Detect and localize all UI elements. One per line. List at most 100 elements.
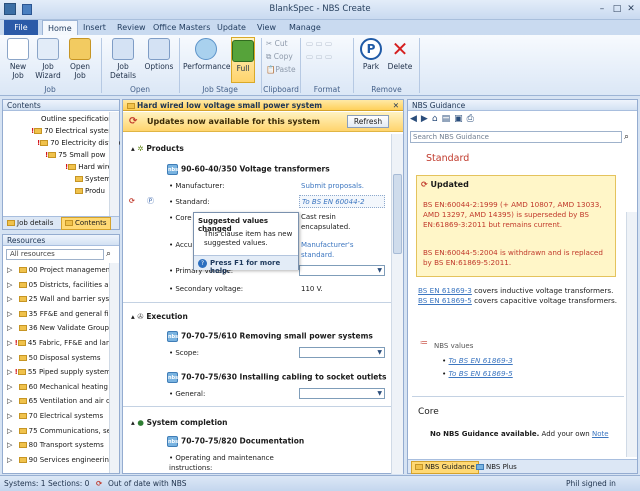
section-execution[interactable]: ▴ ✇ Execution [131, 312, 188, 321]
tree-item[interactable]: System [75, 175, 111, 184]
add-note-link[interactable]: Note [592, 430, 609, 438]
tab-nbs-plus[interactable]: NBS Plus [476, 462, 517, 473]
core-value[interactable]: Cast resin encapsulated. [301, 212, 371, 232]
resource-item[interactable]: ▷ 70 Electrical systems [7, 411, 109, 422]
minimize-icon[interactable]: – [594, 3, 610, 16]
manufacturer-value[interactable]: Submit proposals. [301, 181, 364, 192]
folder-icon [18, 427, 27, 434]
out-of-date-icon: ⟳ [96, 479, 103, 488]
delete-button[interactable]: ✕ Delete [386, 38, 414, 71]
tab-review[interactable]: Review [112, 20, 151, 35]
manufacturer-label: • Manufacturer: [169, 182, 225, 190]
tree-item[interactable]: ! 75 Small pow [45, 151, 105, 160]
resource-item[interactable]: ▷ 75 Communications, se [7, 426, 109, 437]
resource-item[interactable]: ▷ !45 Fabric, FF&E and landscape [7, 338, 109, 349]
general-dropdown[interactable] [299, 388, 385, 399]
tree-item[interactable]: Outline specification [41, 115, 113, 124]
copy-button[interactable]: ⧉ Copy [266, 52, 293, 62]
status-systems: Systems: 1 [4, 479, 46, 488]
update-banner: ⟳ Updates now available for this system … [123, 112, 403, 132]
core-heading: Core [418, 407, 439, 417]
tab-insert[interactable]: Insert [78, 20, 111, 35]
tab-office-masters[interactable]: Office Masters [148, 20, 215, 35]
bs-en-61869-5-link[interactable]: BS EN 61869-5 [418, 296, 472, 305]
tab-job-details[interactable]: Job details [7, 218, 53, 229]
clause-documentation[interactable]: nbs 70-70-75/820 Documentation [167, 436, 304, 447]
resource-item[interactable]: ▷ 50 Disposal systems [7, 353, 109, 364]
clause-removing-small-power[interactable]: nbs 70-70-75/610 Removing small power sys… [167, 331, 373, 342]
guidance-search-icon[interactable]: ⌕ [624, 131, 629, 143]
clause-installing-cabling[interactable]: nbs 70-70-75/630 Installing cabling to so… [167, 372, 386, 383]
resource-item[interactable]: ▷ 90 Services engineering [7, 455, 109, 466]
section-products[interactable]: ▴ ✲ Products [131, 144, 184, 153]
back-icon[interactable]: ◀ [410, 114, 421, 124]
resource-item[interactable]: ▷ 80 Transport systems [7, 440, 109, 451]
resource-item[interactable]: ▷ 05 Districts, facilities and [7, 280, 109, 291]
nbs-icon: nbs [167, 372, 178, 383]
tab-manage[interactable]: Manage [284, 20, 326, 35]
guidance-scrollbar[interactable] [626, 212, 637, 457]
primary-voltage-dropdown[interactable] [299, 265, 385, 276]
resources-filter-input[interactable]: All resources [6, 249, 104, 260]
tab-home[interactable]: Home [42, 20, 78, 35]
tab-nbs-guidance[interactable]: NBS Guidance [411, 461, 479, 474]
home-icon [232, 40, 254, 62]
nbs-value-item[interactable]: • To BS EN 61869-3 [442, 356, 513, 365]
cut-button[interactable]: ✂ Cut [266, 39, 288, 49]
close-icon[interactable]: ✕ [623, 3, 639, 16]
close-tab-icon[interactable]: ✕ [393, 100, 399, 111]
full-button[interactable]: Full [231, 37, 255, 83]
tree-item[interactable]: Produ [75, 187, 105, 196]
resource-item[interactable]: ▷ ! 55 Piped supply systems [7, 367, 109, 378]
new-job-button[interactable]: New Job [4, 38, 32, 80]
standard-field[interactable]: To BS EN 60044-2 [299, 195, 385, 208]
search-icon[interactable]: ⌕ [106, 249, 111, 260]
editor-scrollbar[interactable] [391, 134, 403, 474]
tab-update[interactable]: Update [212, 20, 251, 35]
tab-file[interactable]: File [4, 20, 38, 35]
resource-item[interactable]: ▷ 00 Project management [7, 265, 109, 276]
options-button[interactable]: Options [144, 38, 174, 71]
folder-icon[interactable]: ▤ [442, 114, 455, 124]
tree-item[interactable]: ! 70 Electricity distrib [37, 139, 120, 148]
print-icon[interactable]: ⎙ [467, 114, 478, 124]
tab-contents[interactable]: Contents [61, 217, 111, 230]
tab-view[interactable]: View [252, 20, 281, 35]
section-system-completion[interactable]: ▴ ● System completion [131, 418, 228, 427]
resource-item[interactable]: ▷ 35 FF&E and general fi [7, 309, 109, 320]
tooltip-body: This clause item has new suggested value… [204, 230, 293, 247]
tree-item[interactable]: ! 70 Electrical systems [31, 127, 119, 136]
resource-item[interactable]: ▷ 65 Ventilation and air c [7, 396, 109, 407]
refresh-button[interactable]: Refresh [347, 115, 389, 128]
clause-voltage-transformers[interactable]: nbs 90-60-40/350 Voltage transformers [167, 164, 330, 175]
editor-tab[interactable]: Hard wired low voltage small power syste… [123, 100, 403, 111]
job-wizard-button[interactable]: Job Wizard [34, 38, 62, 80]
guidance-search-input[interactable]: Search NBS Guidance [410, 131, 622, 143]
resources-pane: Resources All resources ⌕ ▷ 00 Project m… [2, 234, 120, 474]
ribbon-separator [419, 38, 420, 93]
resource-item[interactable]: ▷ 36 New Validate Group [7, 323, 109, 334]
status-out-of-date[interactable]: Out of date with NBS [108, 476, 187, 491]
tree-item[interactable]: ! Hard wire [65, 163, 112, 172]
updated-para-1: BS EN:60044-2:1999 (+ AMD 10807, AMD 130… [423, 200, 602, 229]
bs-en-61869-3-link[interactable]: BS EN 61869-3 [418, 286, 472, 295]
folder-icon [18, 398, 27, 405]
accessories-value[interactable]: Manufacturer's standard. [301, 240, 371, 260]
paste-button[interactable]: 📋Paste [266, 65, 296, 75]
resource-item[interactable]: ▷ 25 Wall and barrier syst [7, 294, 109, 305]
scrollbar-thumb[interactable] [393, 174, 402, 254]
forward-icon[interactable]: ▶ [421, 114, 432, 124]
resources-scrollbar[interactable] [109, 263, 119, 473]
bookmark-icon[interactable]: ▣ [454, 114, 467, 124]
secondary-voltage-value[interactable]: 110 V. [301, 284, 323, 295]
scope-dropdown[interactable] [299, 347, 385, 358]
job-details-button[interactable]: Job Details [105, 38, 141, 80]
performance-button[interactable]: Performance [183, 38, 231, 71]
contents-scrollbar[interactable] [109, 112, 119, 216]
park-button[interactable]: P Park [358, 38, 384, 71]
resource-item[interactable]: ▷ 60 Mechanical heating [7, 382, 109, 393]
open-job-button[interactable]: Open Job [64, 38, 96, 80]
home-icon[interactable]: ⌂ [432, 114, 442, 124]
nbs-value-item[interactable]: • To BS EN 61869-5 [442, 369, 513, 378]
secondary-voltage-label: • Secondary voltage: [169, 285, 244, 293]
